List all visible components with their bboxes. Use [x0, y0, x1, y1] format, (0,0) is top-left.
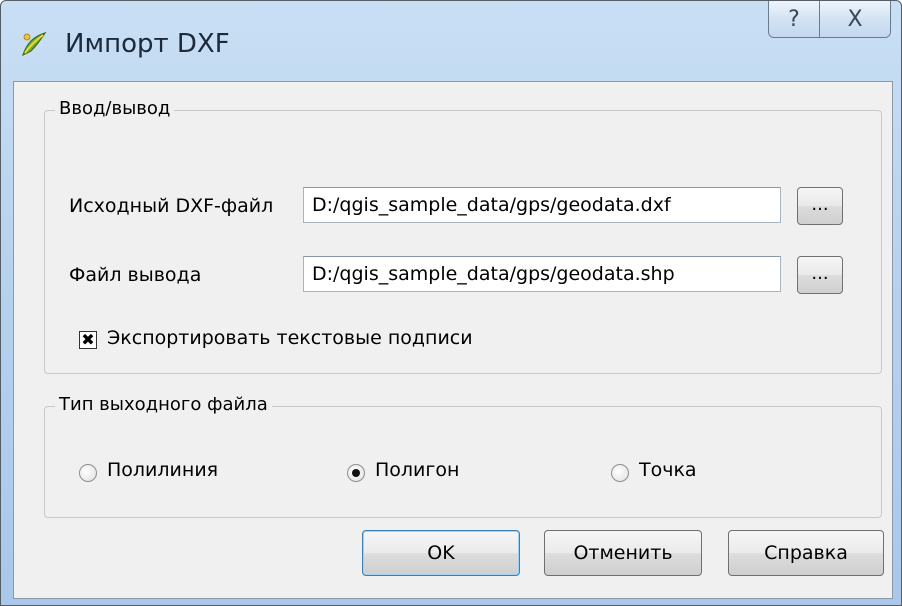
- radio-point-label[interactable]: Точка: [639, 459, 697, 481]
- io-group-title: Ввод/вывод: [55, 98, 175, 119]
- window-title: Импорт DXF: [65, 29, 230, 59]
- radio-point[interactable]: [611, 464, 629, 482]
- close-button[interactable]: X: [819, 1, 890, 37]
- question-mark-icon: ?: [788, 6, 800, 32]
- dialog-body: Ввод/вывод Исходный DXF-файл D:/qgis_sam…: [13, 81, 893, 599]
- title-bar[interactable]: Импорт DXF ? X: [1, 1, 901, 83]
- output-file-label: Файл вывода: [69, 264, 202, 286]
- radio-polygon[interactable]: [347, 464, 365, 482]
- ok-button[interactable]: OK: [362, 530, 520, 576]
- cancel-button[interactable]: Отменить: [544, 530, 702, 576]
- source-file-input[interactable]: D:/qgis_sample_data/gps/geodata.dxf: [303, 187, 781, 223]
- title-buttons: ? X: [768, 1, 891, 38]
- help-title-button[interactable]: ?: [769, 1, 819, 37]
- import-dxf-dialog: Импорт DXF ? X Ввод/вывод Исходный DXF-ф…: [0, 0, 902, 606]
- help-button[interactable]: Справка: [728, 530, 884, 576]
- output-type-group-title: Тип выходного файла: [55, 394, 272, 415]
- radio-polygon-label[interactable]: Полигон: [375, 459, 459, 481]
- output-file-input[interactable]: D:/qgis_sample_data/gps/geodata.shp: [303, 256, 781, 292]
- export-text-label[interactable]: Экспортировать текстовые подписи: [107, 327, 473, 349]
- qgis-logo-icon: [21, 31, 47, 57]
- output-type-group: Тип выходного файла Полилиния Полигон То…: [44, 394, 882, 518]
- source-file-label: Исходный DXF-файл: [69, 195, 274, 217]
- radio-polyline-label[interactable]: Полилиния: [107, 459, 218, 481]
- radio-selected-dot: [352, 469, 360, 477]
- output-browse-button[interactable]: ...: [797, 256, 843, 294]
- radio-polyline[interactable]: [79, 464, 97, 482]
- io-group: Ввод/вывод Исходный DXF-файл D:/qgis_sam…: [44, 98, 882, 374]
- source-browse-button[interactable]: ...: [797, 187, 843, 225]
- export-text-checkbox[interactable]: ✖: [79, 331, 97, 349]
- close-icon: X: [847, 6, 863, 32]
